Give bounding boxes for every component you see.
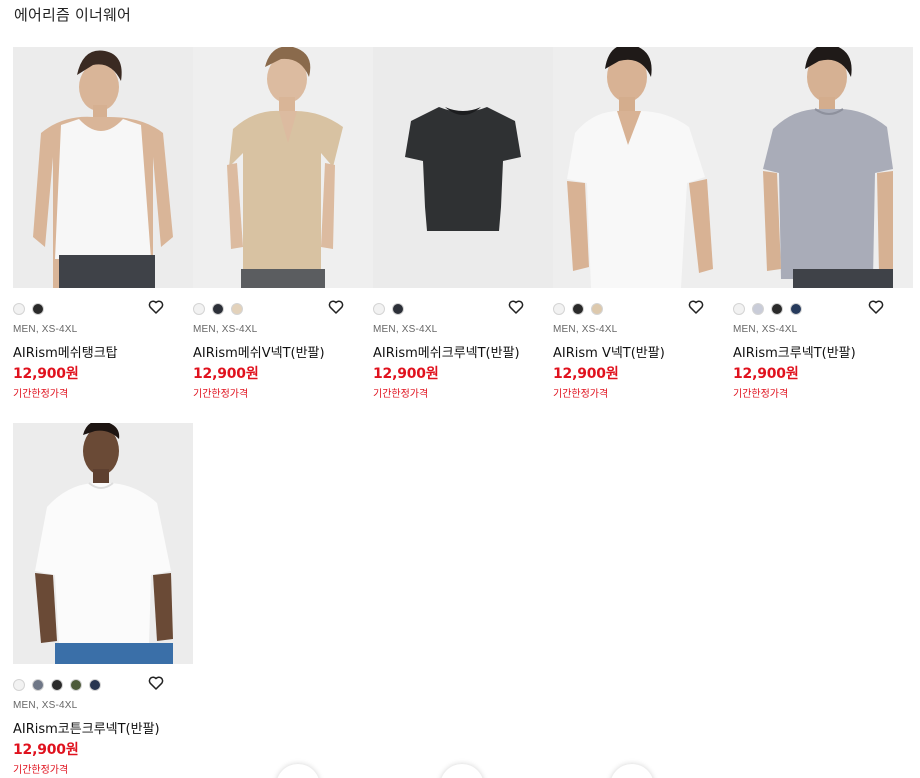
flat-black-tee-image — [373, 47, 553, 288]
color-swatch[interactable] — [13, 303, 25, 315]
product-image[interactable] — [13, 47, 193, 288]
floating-button[interactable] — [276, 764, 320, 778]
color-swatches — [373, 303, 404, 315]
model-grey-crew-image — [733, 47, 913, 288]
product-grid: MEN, XS-4XL AIRism메쉬탱크탑 12,900원 기간한정가격 M… — [13, 47, 914, 776]
product-image[interactable] — [733, 47, 913, 288]
model-white-crew-image — [13, 423, 193, 664]
price-note: 기간한정가격 — [193, 389, 249, 400]
color-swatch[interactable] — [771, 303, 783, 315]
product-price: 12,900원 — [13, 742, 79, 758]
color-swatches — [193, 303, 243, 315]
product-listing-page: 에어리즘 이너웨어 MEN, XS-4XL AIRism메쉬탱크탑 12,900… — [0, 0, 920, 778]
product-card[interactable]: MEN, XS-4XL AIRism크루넥T(반팔) 12,900원 기간한정가… — [733, 47, 913, 400]
color-swatch[interactable] — [32, 679, 44, 691]
price-note: 기간한정가격 — [733, 389, 789, 400]
color-swatch[interactable] — [572, 303, 584, 315]
model-white-vneck-image — [553, 47, 733, 288]
product-price: 12,900원 — [733, 366, 799, 382]
color-swatch[interactable] — [591, 303, 603, 315]
product-meta: MEN, XS-4XL — [553, 324, 618, 335]
heart-outline-icon[interactable] — [868, 299, 884, 315]
bottom-floating-buttons — [0, 762, 920, 778]
floating-button[interactable] — [440, 764, 484, 778]
color-swatch[interactable] — [89, 679, 101, 691]
color-swatch[interactable] — [51, 679, 63, 691]
price-note: 기간한정가격 — [373, 389, 429, 400]
color-swatch[interactable] — [733, 303, 745, 315]
color-swatch[interactable] — [70, 679, 82, 691]
heart-outline-icon[interactable] — [148, 675, 164, 691]
price-note: 기간한정가격 — [553, 389, 609, 400]
product-card[interactable]: MEN, XS-4XL AIRism메쉬탱크탑 12,900원 기간한정가격 — [13, 47, 193, 400]
product-card[interactable]: MEN, XS-4XL AIRism메쉬V넥T(반팔) 12,900원 기간한정… — [193, 47, 373, 400]
product-price: 12,900원 — [13, 366, 79, 382]
color-swatch[interactable] — [790, 303, 802, 315]
heart-outline-icon[interactable] — [328, 299, 344, 315]
product-meta: MEN, XS-4XL — [733, 324, 798, 335]
product-meta: MEN, XS-4XL — [13, 324, 78, 335]
product-image[interactable] — [553, 47, 733, 288]
color-swatches — [13, 679, 101, 691]
product-name[interactable]: AIRism V넥T(반팔) — [553, 342, 665, 361]
product-name[interactable]: AIRism코튼크루넥T(반팔) — [13, 718, 160, 737]
product-name[interactable]: AIRism메쉬V넥T(반팔) — [193, 342, 325, 361]
color-swatch[interactable] — [231, 303, 243, 315]
color-swatch[interactable] — [373, 303, 385, 315]
product-card[interactable]: MEN, XS-4XL AIRism메쉬크루넥T(반팔) 12,900원 기간한… — [373, 47, 553, 400]
product-meta: MEN, XS-4XL — [193, 324, 258, 335]
section-title: 에어리즘 이너웨어 — [14, 6, 131, 24]
floating-button[interactable] — [610, 764, 654, 778]
price-note: 기간한정가격 — [13, 389, 69, 400]
product-card[interactable]: MEN, XS-4XL AIRism코튼크루넥T(반팔) 12,900원 기간한… — [13, 423, 193, 776]
product-name[interactable]: AIRism메쉬탱크탑 — [13, 342, 118, 361]
color-swatch[interactable] — [752, 303, 764, 315]
product-image[interactable] — [193, 47, 373, 288]
product-image[interactable] — [373, 47, 553, 288]
product-meta: MEN, XS-4XL — [13, 700, 78, 711]
product-name[interactable]: AIRism크루넥T(반팔) — [733, 342, 856, 361]
color-swatches — [553, 303, 603, 315]
model-beige-vneck-image — [193, 47, 373, 288]
product-card[interactable]: MEN, XS-4XL AIRism V넥T(반팔) 12,900원 기간한정가… — [553, 47, 733, 400]
model-tank-top-image — [13, 47, 193, 288]
product-price: 12,900원 — [373, 366, 439, 382]
color-swatches — [733, 303, 802, 315]
product-name[interactable]: AIRism메쉬크루넥T(반팔) — [373, 342, 520, 361]
heart-outline-icon[interactable] — [148, 299, 164, 315]
heart-outline-icon[interactable] — [508, 299, 524, 315]
product-meta: MEN, XS-4XL — [373, 324, 438, 335]
color-swatch[interactable] — [193, 303, 205, 315]
product-image[interactable] — [13, 423, 193, 664]
heart-outline-icon[interactable] — [688, 299, 704, 315]
color-swatch[interactable] — [32, 303, 44, 315]
color-swatch[interactable] — [553, 303, 565, 315]
color-swatches — [13, 303, 44, 315]
product-price: 12,900원 — [193, 366, 259, 382]
color-swatch[interactable] — [13, 679, 25, 691]
product-price: 12,900원 — [553, 366, 619, 382]
color-swatch[interactable] — [212, 303, 224, 315]
color-swatch[interactable] — [392, 303, 404, 315]
